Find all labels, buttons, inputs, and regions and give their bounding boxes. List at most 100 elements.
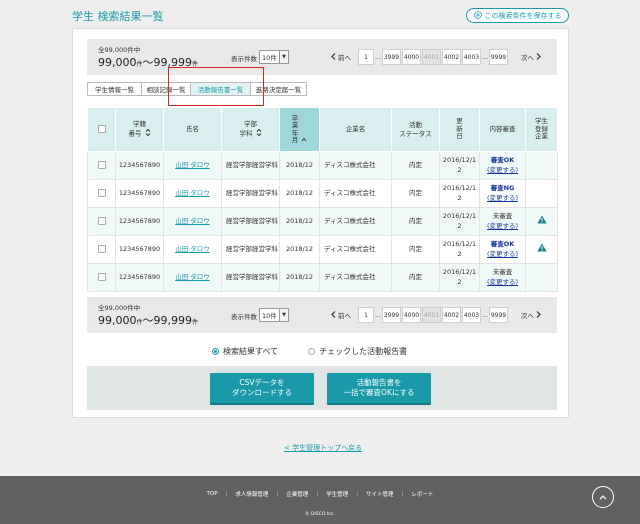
sort-asc-icon xyxy=(301,136,307,144)
page-button[interactable]: 4000 xyxy=(402,307,421,323)
back-to-top-link[interactable]: < 学生管理トップへ戻る xyxy=(284,443,362,453)
review-cell: 審査OK (変更する) xyxy=(479,235,526,264)
row-checkbox[interactable] xyxy=(97,272,106,281)
csv-download-button[interactable]: CSVデータを ダウンロードする xyxy=(210,373,314,405)
page-button[interactable]: 4000 xyxy=(402,49,421,65)
table-row: 1234567890 山田 タロウ 経営学部経営学科 2018/12 ディスコ株式会社内… xyxy=(87,179,558,208)
radio-checked-reports[interactable]: チェックした活動報告書 xyxy=(308,346,407,357)
page-ellipsis: … xyxy=(482,311,488,319)
student-name-link[interactable]: 山田 タロウ xyxy=(175,161,210,169)
updated-cell: 2016/12/12 xyxy=(439,151,480,180)
row-checkbox[interactable] xyxy=(97,188,106,197)
review-status: 未審査 xyxy=(492,212,513,221)
page-button[interactable]: 4002 xyxy=(442,307,461,323)
review-change-link[interactable]: (変更する) xyxy=(481,194,524,203)
row-checkbox-cell xyxy=(87,235,116,264)
footer-link-report[interactable]: レポート xyxy=(411,490,433,498)
radio-dot xyxy=(212,348,219,355)
radio-all-results[interactable]: 検索結果すべて xyxy=(212,346,278,357)
row-checkbox-cell xyxy=(87,151,116,180)
chevron-right-icon xyxy=(536,310,541,320)
company-cell: ディスコ株式会社 xyxy=(319,207,392,236)
next-page-link[interactable]: 次へ xyxy=(521,52,541,62)
grad-year-cell: 2018/12 xyxy=(279,263,320,292)
prev-page-link[interactable]: 前へ xyxy=(331,52,351,62)
pagination-top: 全99,000件中 99,000件～99,999件 表示件数 10件 ▼ 前へ 1… xyxy=(87,39,557,75)
select-all-checkbox[interactable] xyxy=(97,125,106,134)
name-cell: 山田 タロウ xyxy=(163,179,222,208)
status-cell: 内定 xyxy=(391,179,440,208)
row-checkbox[interactable] xyxy=(97,160,106,169)
row-checkbox[interactable] xyxy=(97,244,106,253)
page-current: 4001 xyxy=(422,307,441,323)
total-count: 全99,000件中 xyxy=(98,304,141,312)
select-all-cell xyxy=(87,107,116,152)
per-page-select[interactable]: 10件 ▼ xyxy=(259,50,289,64)
page-button[interactable]: 4002 xyxy=(442,49,461,65)
header-faculty[interactable]: 学部 学科 xyxy=(221,107,280,152)
header-grad-year[interactable]: 卒 業 年 月 xyxy=(279,107,320,152)
review-change-link[interactable]: (変更する) xyxy=(481,278,524,287)
registered-cell xyxy=(525,151,558,180)
faculty-cell: 経営学部経営学科 xyxy=(221,263,280,292)
page-button[interactable]: 1 xyxy=(358,49,374,65)
grad-year-cell: 2018/12 xyxy=(279,179,320,208)
page-button[interactable]: 1 xyxy=(358,307,374,323)
student-name-link[interactable]: 山田 タロウ xyxy=(175,217,210,225)
row-checkbox[interactable] xyxy=(97,216,106,225)
page-button[interactable]: 4003 xyxy=(462,307,481,323)
prev-page-link[interactable]: 前へ xyxy=(331,310,351,320)
chevron-down-icon: ▼ xyxy=(279,309,288,321)
student-name-link[interactable]: 山田 タロウ xyxy=(175,273,210,281)
name-cell: 山田 タロウ xyxy=(163,235,222,264)
chevron-right-icon xyxy=(536,52,541,62)
review-change-link[interactable]: (変更する) xyxy=(481,166,524,175)
footer-link-company[interactable]: 企業管理 xyxy=(286,490,308,498)
faculty-cell: 経営学部経営学科 xyxy=(221,235,280,264)
review-cell: 未審査 (変更する) xyxy=(479,263,526,292)
table-row: 1234567890 山田 タロウ 経営学部経営学科 2018/12 ディスコ株式会社内… xyxy=(87,151,558,180)
review-cell: 審査OK (変更する) xyxy=(479,151,526,180)
page-button[interactable]: 9999 xyxy=(489,49,508,65)
faculty-cell: 経営学部経営学科 xyxy=(221,179,280,208)
student-no-cell: 1234567890 xyxy=(115,179,164,208)
name-cell: 山田 タロウ xyxy=(163,263,222,292)
updated-cell: 2016/12/12 xyxy=(439,235,480,264)
page-button[interactable]: 3999 xyxy=(382,49,401,65)
page-ellipsis: … xyxy=(375,311,381,319)
name-cell: 山田 タロウ xyxy=(163,207,222,236)
results-panel: 全99,000件中 99,000件～99,999件 表示件数 10件 ▼ 前へ 1… xyxy=(72,28,569,418)
header-updated: 更 新 日 xyxy=(439,107,480,152)
next-page-link[interactable]: 次へ xyxy=(521,310,541,320)
review-change-link[interactable]: (変更する) xyxy=(481,250,524,259)
per-page-select[interactable]: 10件 ▼ xyxy=(259,308,289,322)
header-student-no[interactable]: 学籍 番号 xyxy=(115,107,164,152)
student-name-link[interactable]: 山田 タロウ xyxy=(175,245,210,253)
footer-link-jobs[interactable]: 求人情報管理 xyxy=(235,490,268,498)
page-button[interactable]: 9999 xyxy=(489,307,508,323)
sort-icon xyxy=(256,128,262,139)
review-change-link[interactable]: (変更する) xyxy=(481,222,524,231)
page-numbers: 1 … 3999 4000 4001 4002 4003 … 9999 xyxy=(358,307,508,323)
review-cell: 審査NG (変更する) xyxy=(479,179,526,208)
page-ellipsis: … xyxy=(375,53,381,61)
save-search-button[interactable]: この検索条件を保存する xyxy=(466,8,569,23)
student-no-cell: 1234567890 xyxy=(115,263,164,292)
grad-year-cell: 2018/12 xyxy=(279,151,320,180)
scroll-top-button[interactable] xyxy=(592,486,614,508)
page-button[interactable]: 3999 xyxy=(382,307,401,323)
table-row: 1234567890 山田 タロウ 経営学部経営学科 2018/12 ディスコ株式会社内… xyxy=(87,263,558,292)
results-table: 学籍 番号 氏名 学部 学科 卒 業 年 月 企業名 活動 ステータス 更 新 … xyxy=(87,107,558,292)
status-cell: 内定 xyxy=(391,207,440,236)
row-checkbox-cell xyxy=(87,263,116,292)
page-numbers: 1 … 3999 4000 4001 4002 4003 … 9999 xyxy=(358,49,508,65)
tab-student-info[interactable]: 学生情報一覧 xyxy=(87,82,142,96)
student-name-link[interactable]: 山田 タロウ xyxy=(175,189,210,197)
bulk-approve-button[interactable]: 活動報告書を 一括で審査OKにする xyxy=(327,373,431,405)
footer-link-site[interactable]: サイト管理 xyxy=(366,490,394,498)
target-radio-group: 検索結果すべて チェックした活動報告書 xyxy=(212,346,407,357)
name-cell: 山田 タロウ xyxy=(163,151,222,180)
footer-link-student[interactable]: 学生管理 xyxy=(326,490,348,498)
footer-link-top[interactable]: TOP xyxy=(207,491,218,497)
page-button[interactable]: 4003 xyxy=(462,49,481,65)
